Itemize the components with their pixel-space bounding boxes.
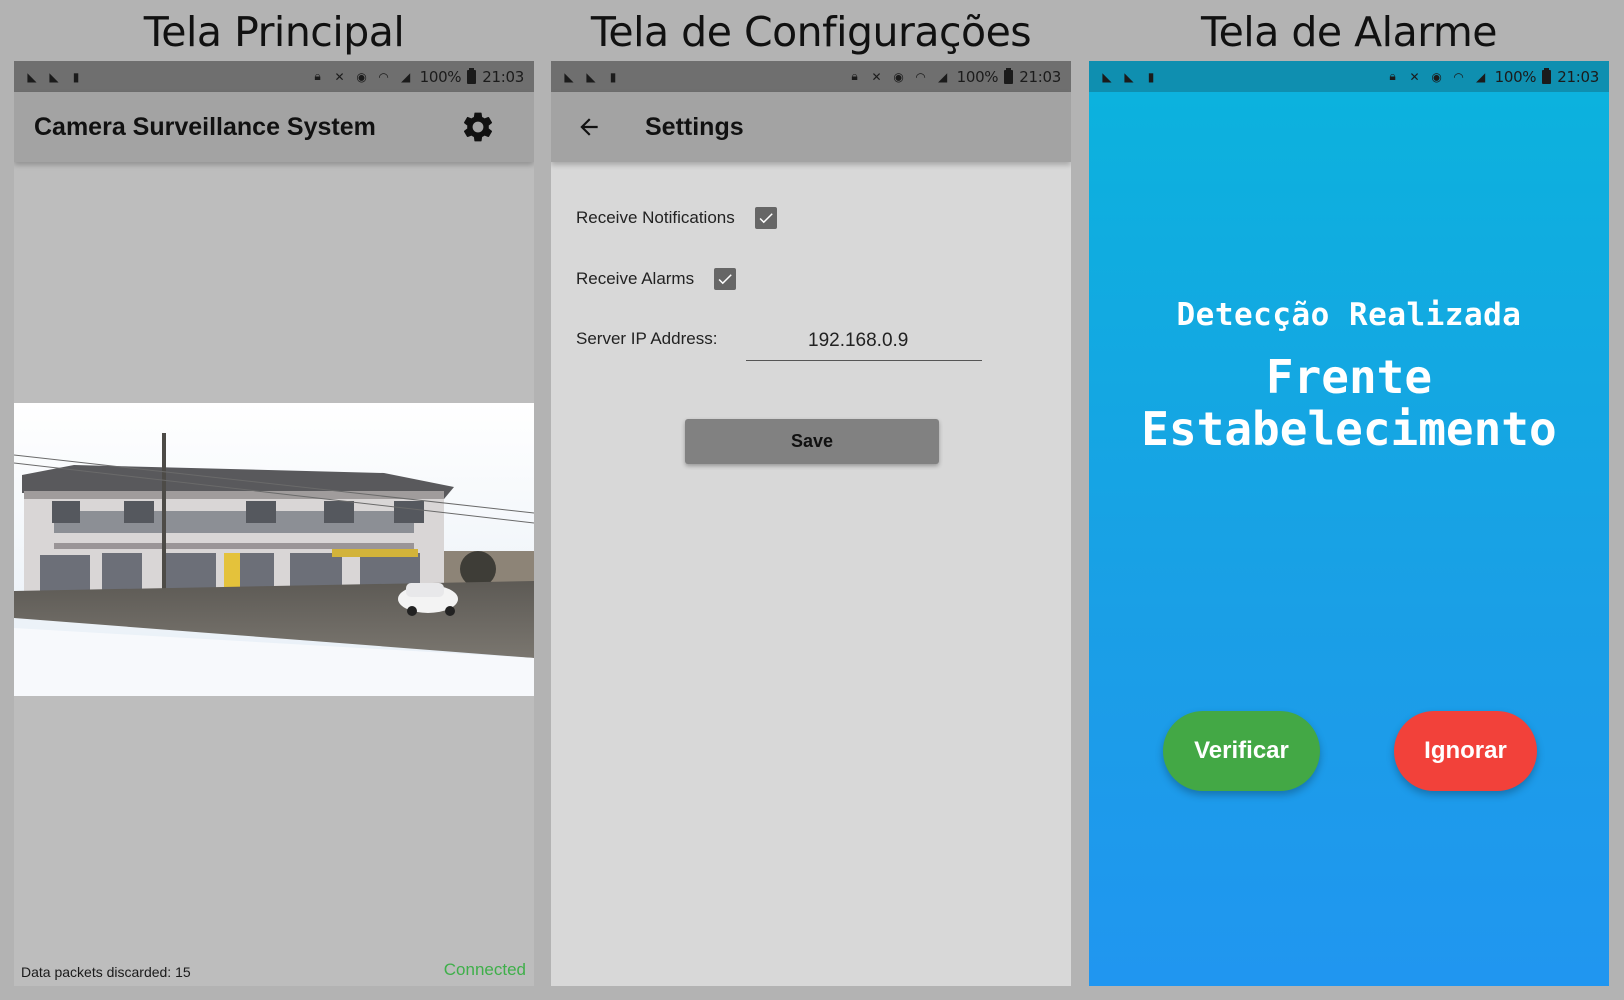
sd-card-icon: ▮ [609,69,617,84]
notifications-checkbox[interactable] [754,207,777,229]
app-bar: Settings [551,92,1071,162]
battery-percent: 100% [419,67,462,86]
alarms-label: Receive Alarms [576,269,695,288]
wifi-icon: ◠ [915,69,926,84]
signal-icon: ◢ [400,69,411,84]
back-button[interactable] [573,111,605,143]
settings-button[interactable] [458,107,498,147]
check-icon [759,213,773,224]
battery-icon [467,67,477,84]
settings-title: Settings [645,112,744,141]
battery-percent: 100% [1494,67,1537,86]
alarm-screen: ◣ ◣ ▮ 🔒︎ ✕ ◉ ◠ ◢ 100% 21:03 Detecção Rea… [1089,61,1609,986]
ignore-button[interactable]: Ignorar [1394,711,1537,791]
alarm-clock-icon: ◉ [1431,69,1442,84]
alarm-location-line2: Estabelecimento [1141,402,1557,456]
battery-icon [1542,67,1552,84]
save-button[interactable]: Save [685,419,939,464]
camera-feed-scene [14,403,534,696]
battery-icon [1004,67,1014,84]
alarm-clock-icon: ◉ [356,69,367,84]
wifi-icon: ◠ [1453,69,1464,84]
lock-icon: 🔒︎ [851,69,858,83]
mute-icon: ✕ [334,69,345,84]
clock: 21:03 [1557,67,1599,86]
connection-status: Connected [443,960,526,979]
server-ip-label: Server IP Address: [576,329,718,348]
notifications-row: Receive Notifications [576,207,777,229]
status-bar: ◣ ◣ ▮ 🔒︎ ✕ ◉ ◠ ◢ 100% 21:03 [14,61,534,92]
camera-feed-image [14,403,534,696]
main-screen: ◣ ◣ ▮ 🔒︎ ✕ ◉ ◠ ◢ 100% 21:03 Camera Surve… [14,61,534,986]
mute-icon: ✕ [1409,69,1420,84]
discarded-packets-label: Data packets discarded: 15 [21,964,191,980]
alarms-checkbox[interactable] [714,268,737,290]
wifi-icon: ◠ [378,69,389,84]
notifications-label: Receive Notifications [576,208,735,227]
alarm-subtitle: Detecção Realizada [1176,297,1522,333]
alarm-location-line1: Frente [1265,350,1433,404]
signal-icon: ◢ [937,69,948,84]
status-bar: ◣ ◣ ▮ 🔒︎ ✕ ◉ ◠ ◢ 100% 21:03 [551,61,1071,92]
battery-percent: 100% [956,67,999,86]
clock: 21:03 [482,67,524,86]
alarm-location: Frente Estabelecimento [1089,351,1609,455]
camera-notification-icon: ◣ [27,69,37,84]
signal-icon: ◢ [1475,69,1486,84]
mute-icon: ✕ [871,69,882,84]
verify-button[interactable]: Verificar [1163,711,1320,791]
server-ip-row: Server IP Address: [576,321,1046,361]
sd-card-icon: ▮ [72,69,80,84]
camera-notification-icon: ◣ [1124,69,1134,84]
check-icon [718,274,732,285]
clock: 21:03 [1019,67,1061,86]
caption-alarm-screen: Tela de Alarme [1201,8,1498,56]
caption-settings-screen: Tela de Configurações [590,8,1032,56]
lock-icon: 🔒︎ [1389,69,1396,83]
camera-notification-icon: ◣ [1102,69,1112,84]
camera-notification-icon: ◣ [564,69,574,84]
gear-icon [463,112,493,142]
app-bar: Camera Surveillance System [14,92,534,162]
camera-notification-icon: ◣ [586,69,596,84]
server-ip-input[interactable] [746,321,982,361]
alarm-clock-icon: ◉ [893,69,904,84]
lock-icon: 🔒︎ [314,69,321,83]
app-title: Camera Surveillance System [34,112,376,141]
caption-main-screen: Tela Principal [143,8,405,56]
status-bar: ◣ ◣ ▮ 🔒︎ ✕ ◉ ◠ ◢ 100% 21:03 [1089,61,1609,92]
alarms-row: Receive Alarms [576,268,737,290]
camera-notification-icon: ◣ [49,69,59,84]
arrow-back-icon [580,118,598,136]
sd-card-icon: ▮ [1147,69,1155,84]
settings-screen: ◣ ◣ ▮ 🔒︎ ✕ ◉ ◠ ◢ 100% 21:03 Settings Rec… [551,61,1071,986]
